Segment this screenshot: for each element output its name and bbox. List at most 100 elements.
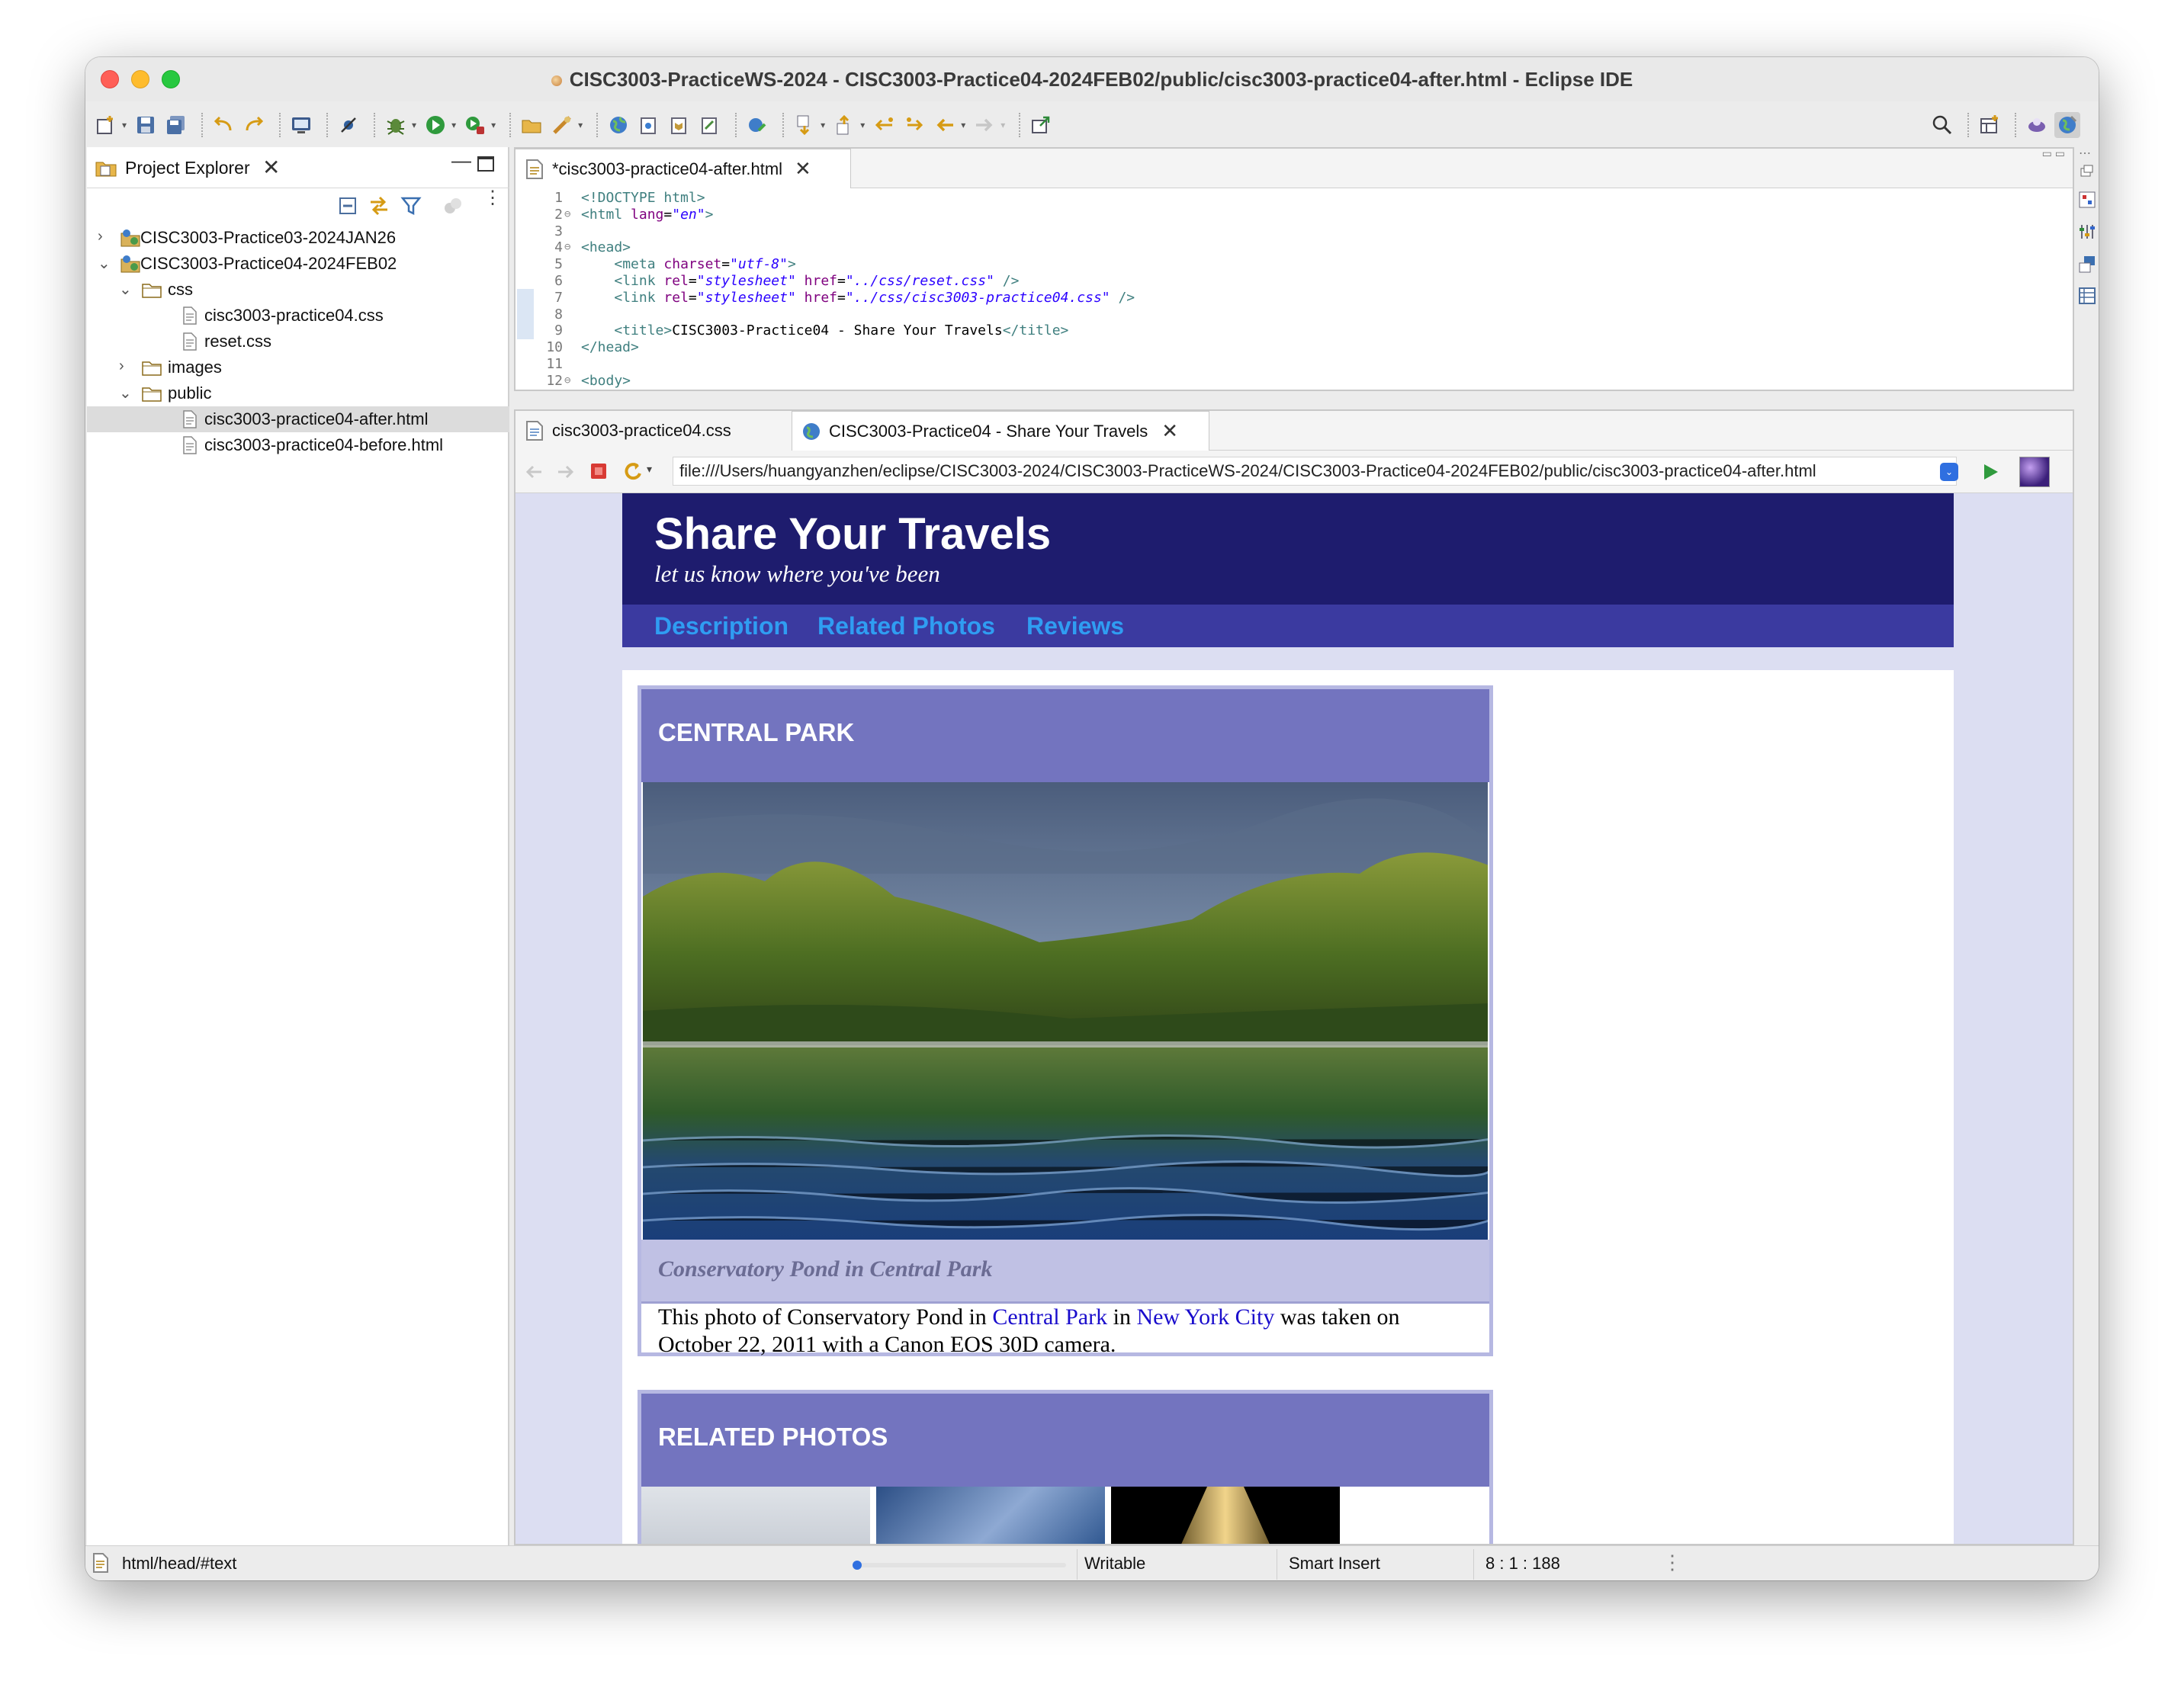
tree-item[interactable]: cisc3003-practice04.css [87, 303, 509, 329]
refresh-dropdown-icon[interactable]: ▾ [647, 463, 652, 476]
search-icon[interactable] [1929, 112, 1955, 138]
save-all-icon[interactable] [163, 112, 189, 138]
servers-icon[interactable] [2077, 254, 2097, 274]
tab-browser-page[interactable]: CISC3003-Practice04 - Share Your Travels… [792, 411, 1209, 451]
properties-icon[interactable] [2077, 222, 2097, 242]
new-dropdown-icon[interactable]: ▾ [122, 120, 127, 130]
maximize-view-icon[interactable] [477, 156, 494, 172]
code-line[interactable]: 1 <!DOCTYPE html> [515, 190, 2073, 207]
back-icon[interactable] [932, 112, 958, 138]
project-explorer-tab[interactable]: Project Explorer ✕ — [87, 147, 509, 188]
external-tools-dropdown-icon[interactable]: ▾ [491, 120, 496, 130]
next-annotation-icon[interactable] [792, 112, 817, 138]
back-dropdown-icon[interactable]: ▾ [961, 120, 965, 130]
tab-css-file[interactable]: cisc3003-practice04.css [515, 411, 792, 451]
next-annotation-dropdown-icon[interactable]: ▾ [821, 120, 825, 130]
code-line[interactable]: 12 ⊖ <body> [515, 373, 2073, 390]
code-line[interactable]: 5 <meta charset="utf-8"> [515, 256, 2073, 273]
filter-icon[interactable] [400, 194, 422, 217]
external-tools-icon[interactable] [462, 112, 488, 138]
editor-tab-after-html[interactable]: *cisc3003-practice04-after.html ✕ [515, 149, 851, 188]
tree-item[interactable]: cisc3003-practice04-after.html [87, 406, 509, 432]
palette-icon[interactable] [2077, 190, 2097, 210]
code-line[interactable]: 4 ⊖ <head> [515, 239, 2073, 256]
last-edit-location-icon[interactable] [871, 112, 897, 138]
url-field[interactable]: file:///Users/huangyanzhen/eclipse/CISC3… [673, 457, 1957, 486]
chevron-down-icon[interactable]: ⌄ [119, 383, 132, 403]
deploy-icon[interactable] [744, 112, 770, 138]
restore-icon[interactable] [2079, 164, 2094, 179]
link-with-editor-icon[interactable] [368, 194, 390, 217]
forward-icon[interactable] [972, 112, 997, 138]
debug-dropdown-icon[interactable]: ▾ [412, 120, 416, 130]
tree-item[interactable]: ⌄ CISC3003-Practice04-2024FEB02 [87, 251, 509, 277]
chevron-down-icon[interactable]: ⌄ [98, 254, 111, 273]
focus-on-active-task-icon[interactable] [442, 196, 464, 217]
redo-icon[interactable] [241, 112, 267, 138]
run-icon[interactable] [422, 112, 448, 138]
terminal-icon[interactable] [288, 112, 314, 138]
run-dropdown-icon[interactable]: ▾ [451, 120, 456, 130]
tree-item[interactable]: › CISC3003-Practice03-2024JAN26 [87, 225, 509, 251]
fold-toggle-icon[interactable]: ⊖ [564, 373, 570, 390]
open-perspective-icon[interactable] [1977, 112, 2003, 138]
chevron-down-icon[interactable]: ⌄ [119, 280, 132, 299]
tree-item[interactable]: ⌄ css [87, 277, 509, 303]
related-photo-2[interactable] [876, 1487, 1105, 1544]
code-line[interactable]: 2 ⊖ <html lang="en"> [515, 207, 2073, 223]
open-task-icon[interactable] [549, 112, 575, 138]
code-area[interactable]: 1 <!DOCTYPE html> 2 ⊖ <html lang="en"> 3 4 ⊖ <he… [515, 190, 2073, 390]
related-photo-3[interactable] [1111, 1487, 1340, 1544]
undo-icon[interactable] [210, 112, 236, 138]
back-history-icon[interactable] [901, 112, 927, 138]
skip-breakpoints-icon[interactable] [336, 112, 361, 138]
central-park-link[interactable]: Central Park [992, 1304, 1107, 1330]
previous-annotation-icon[interactable] [831, 112, 857, 138]
stop-icon[interactable] [589, 461, 609, 481]
tree-item[interactable]: cisc3003-practice04-before.html [87, 432, 509, 458]
new-package-icon[interactable] [666, 112, 692, 138]
url-dropdown-icon[interactable]: ⌄ [1940, 463, 1958, 481]
chevron-right-icon[interactable]: › [119, 358, 124, 375]
debug-icon[interactable] [383, 112, 409, 138]
view-menu-icon[interactable]: ⋮ [483, 189, 502, 207]
chevron-right-icon[interactable]: › [98, 228, 103, 245]
outline-icon[interactable] [2077, 286, 2097, 306]
browser-viewport[interactable]: Share Your Travels let us know where you… [515, 493, 2073, 1544]
go-icon[interactable] [1980, 461, 2001, 483]
fold-toggle-icon[interactable]: ⊖ [564, 207, 570, 223]
nav-link-related-photos[interactable]: Related Photos [817, 612, 995, 640]
tree-item[interactable]: ⌄ public [87, 380, 509, 406]
related-photo-1[interactable] [641, 1487, 870, 1544]
new-york-city-link[interactable]: New York City [1136, 1304, 1274, 1330]
back-icon[interactable] [523, 461, 544, 483]
previous-annotation-dropdown-icon[interactable]: ▾ [860, 120, 865, 130]
close-editor-icon[interactable]: ✕ [795, 157, 811, 181]
new-icon[interactable] [93, 112, 119, 138]
status-menu-icon[interactable]: ⋮ [1662, 1551, 1682, 1574]
code-line[interactable]: 10 </head> [515, 339, 2073, 356]
close-view-icon[interactable]: ✕ [262, 155, 280, 180]
new-class-icon[interactable] [636, 112, 662, 138]
new-web-page-icon[interactable] [697, 112, 723, 138]
code-line[interactable]: 11 [515, 356, 2073, 373]
open-task-dropdown-icon[interactable]: ▾ [578, 120, 583, 130]
web-perspective-icon[interactable] [2054, 112, 2080, 138]
code-line[interactable]: 8 [515, 306, 2073, 323]
close-browser-tab-icon[interactable]: ✕ [1161, 419, 1178, 443]
nav-link-description[interactable]: Description [654, 612, 788, 640]
code-line[interactable]: 6 <link rel="stylesheet" href="../css/re… [515, 273, 2073, 290]
minimize-view-icon[interactable]: — [451, 149, 471, 172]
refresh-icon[interactable] [621, 460, 644, 483]
jee-perspective-icon[interactable] [2024, 112, 2050, 138]
trim-menu-icon[interactable]: ⋯ [2079, 146, 2091, 161]
code-line[interactable]: 3 [515, 223, 2073, 240]
forward-icon[interactable] [555, 461, 577, 483]
tree-item[interactable]: › images [87, 355, 509, 380]
collapse-all-icon[interactable] [337, 194, 360, 217]
code-line[interactable]: 7 <link rel="stylesheet" href="../css/ci… [515, 290, 2073, 306]
editor-minimize-maximize[interactable]: ▭ ▭ [2042, 147, 2065, 160]
forward-dropdown-icon[interactable]: ▾ [1000, 120, 1005, 130]
save-icon[interactable] [133, 112, 159, 138]
fold-toggle-icon[interactable]: ⊖ [564, 239, 570, 256]
